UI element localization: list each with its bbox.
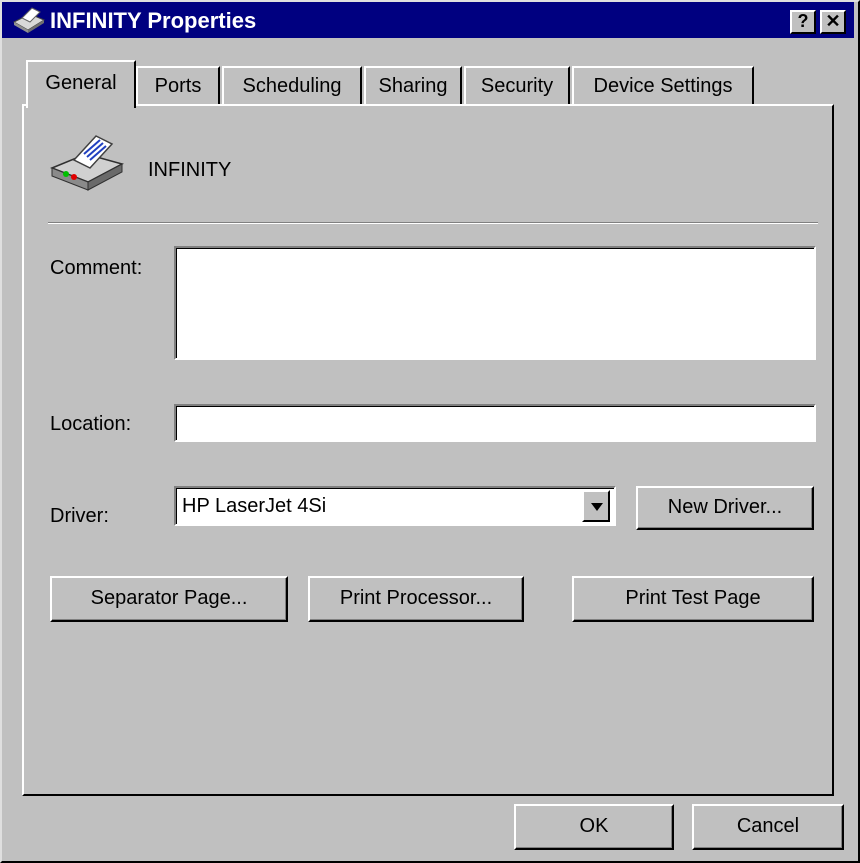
printer-icon xyxy=(46,130,126,196)
location-label: Location: xyxy=(50,413,132,435)
driver-select[interactable]: HP LaserJet 4Si xyxy=(174,486,616,526)
close-icon: ✕ xyxy=(825,11,841,31)
separator-page-label: Separator Page... xyxy=(90,587,248,609)
tab-scheduling-label: Scheduling xyxy=(242,75,342,97)
comment-label: Comment: xyxy=(50,257,143,279)
tab-security[interactable]: Security xyxy=(464,66,570,106)
tab-sharing-label: Sharing xyxy=(378,75,448,97)
tab-sharing[interactable]: Sharing xyxy=(364,66,462,106)
chevron-down-icon xyxy=(591,503,603,511)
location-field[interactable] xyxy=(174,404,816,442)
title-bar[interactable]: INFINITY Properties ? ✕ xyxy=(2,2,854,38)
new-driver-button[interactable]: New Driver... xyxy=(636,486,814,530)
tab-general-label: General xyxy=(45,72,117,94)
separator-line xyxy=(48,222,818,224)
tab-security-label: Security xyxy=(480,75,554,97)
printer-name: INFINITY xyxy=(148,159,232,181)
driver-value: HP LaserJet 4Si xyxy=(182,495,327,517)
tab-device-settings[interactable]: Device Settings xyxy=(572,66,754,106)
printer-title-icon xyxy=(10,6,46,34)
new-driver-label: New Driver... xyxy=(667,496,783,518)
tab-device-settings-label: Device Settings xyxy=(593,75,733,97)
print-test-page-button[interactable]: Print Test Page xyxy=(572,576,814,622)
tab-scheduling[interactable]: Scheduling xyxy=(222,66,362,106)
window-title: INFINITY Properties xyxy=(50,8,257,33)
ok-button[interactable]: OK xyxy=(514,804,674,850)
ok-label: OK xyxy=(579,815,609,837)
tab-ports-label: Ports xyxy=(154,75,202,97)
driver-label: Driver: xyxy=(50,505,109,527)
help-icon: ? xyxy=(797,11,809,31)
general-tab-panel: INFINITY Comment: Location: Driver: HP L… xyxy=(22,104,834,796)
help-button[interactable]: ? xyxy=(790,10,816,34)
separator-page-button[interactable]: Separator Page... xyxy=(50,576,288,622)
tab-ports[interactable]: Ports xyxy=(136,66,220,106)
close-button[interactable]: ✕ xyxy=(820,10,846,34)
comment-field[interactable] xyxy=(174,246,816,360)
tab-general[interactable]: General xyxy=(26,60,136,108)
print-test-page-label: Print Test Page xyxy=(625,587,761,609)
print-processor-label: Print Processor... xyxy=(339,587,493,609)
driver-dropdown-button[interactable] xyxy=(582,490,610,522)
cancel-label: Cancel xyxy=(736,815,800,837)
print-processor-button[interactable]: Print Processor... xyxy=(308,576,524,622)
cancel-button[interactable]: Cancel xyxy=(692,804,844,850)
